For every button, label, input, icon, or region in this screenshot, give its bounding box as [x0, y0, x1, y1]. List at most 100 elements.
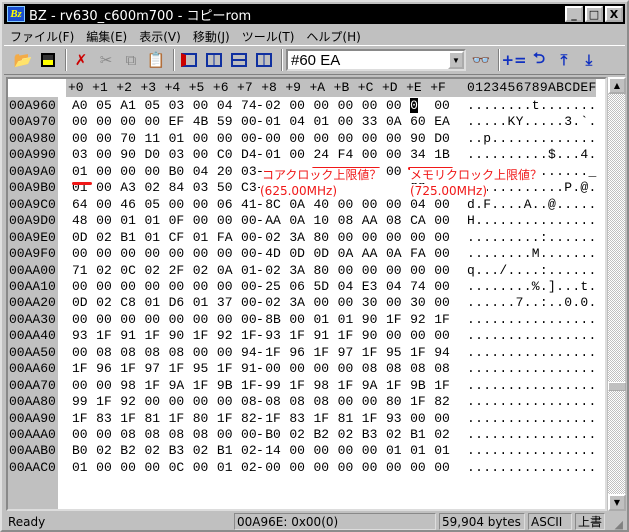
hex-byte[interactable]: 50: [217, 180, 235, 195]
hex-byte[interactable]: 02: [338, 427, 356, 442]
hex-byte[interactable]: 00: [217, 427, 235, 442]
hex-byte[interactable]: F4: [338, 147, 356, 162]
hex-byte[interactable]: 59: [217, 114, 235, 129]
hex-byte[interactable]: 01: [314, 312, 332, 327]
binoculars-icon[interactable]: 👓: [470, 49, 492, 71]
hex-byte[interactable]: 98: [120, 378, 138, 393]
hex-byte[interactable]: 1F: [265, 411, 283, 426]
scroll-thumb[interactable]: [608, 382, 626, 391]
hex-byte[interactable]: 02: [96, 443, 114, 458]
hex-byte[interactable]: 00: [72, 246, 90, 261]
hex-byte[interactable]: 99: [265, 378, 283, 393]
hex-byte[interactable]: 90: [169, 328, 187, 343]
hex-byte[interactable]: B3: [169, 443, 187, 458]
hex-byte[interactable]: 4D: [265, 246, 283, 261]
ascii-text[interactable]: ................: [467, 427, 597, 442]
hex-byte[interactable]: 04: [193, 164, 211, 179]
cut-icon[interactable]: ✂: [95, 49, 117, 71]
hex-byte[interactable]: 48: [72, 213, 90, 228]
hex-byte[interactable]: 02: [144, 263, 162, 278]
hex-byte[interactable]: 91: [314, 328, 332, 343]
hex-byte[interactable]: 80: [193, 411, 211, 426]
hex-byte[interactable]: 02: [144, 180, 162, 195]
hex-byte[interactable]: 00: [72, 378, 90, 393]
hex-byte[interactable]: 00: [120, 246, 138, 261]
hex-byte[interactable]: 0F: [169, 213, 187, 228]
hex-byte[interactable]: AA: [362, 213, 380, 228]
hex-byte[interactable]: 00: [217, 312, 235, 327]
hex-byte[interactable]: 1F: [120, 411, 138, 426]
hex-byte[interactable]: 00: [386, 197, 404, 212]
hex-byte[interactable]: 1F: [217, 361, 235, 376]
hex-byte[interactable]: 00: [96, 147, 114, 162]
hex-byte[interactable]: 00: [289, 98, 307, 113]
hex-byte[interactable]: 06: [217, 197, 235, 212]
hex-byte[interactable]: 93: [265, 328, 283, 343]
hex-byte[interactable]: 01: [72, 460, 90, 475]
hex-byte[interactable]: 02: [193, 263, 211, 278]
hex-byte[interactable]: 04: [289, 114, 307, 129]
open-folder-icon[interactable]: 📂: [12, 49, 34, 71]
hex-byte[interactable]: 03: [193, 180, 211, 195]
hex-byte[interactable]: 00: [193, 279, 211, 294]
hex-byte[interactable]: B0: [72, 443, 90, 458]
hex-byte[interactable]: 00: [96, 131, 114, 146]
hex-byte[interactable]: 00: [217, 279, 235, 294]
hex-byte[interactable]: 00: [144, 460, 162, 475]
hex-byte[interactable]: 1F: [96, 394, 114, 409]
hex-byte[interactable]: 00: [362, 443, 380, 458]
ascii-text[interactable]: q.../....:......: [467, 263, 597, 278]
hex-byte[interactable]: 01: [72, 164, 90, 179]
hex-byte[interactable]: 00: [434, 230, 452, 245]
hex-byte[interactable]: D0: [434, 131, 452, 146]
hex-byte[interactable]: 00: [314, 295, 332, 310]
menu-tools[interactable]: ツール(T): [238, 26, 303, 47]
hex-byte[interactable]: 00: [217, 213, 235, 228]
hex-byte[interactable]: 25: [265, 279, 283, 294]
hex-byte[interactable]: 00: [96, 197, 114, 212]
hex-byte[interactable]: 08: [193, 427, 211, 442]
close-button[interactable]: X: [605, 6, 623, 22]
hex-byte[interactable]: 95: [386, 345, 404, 360]
hex-byte[interactable]: 1F: [72, 411, 90, 426]
ascii-text[interactable]: ......7..:..0.0.: [467, 295, 597, 310]
hex-byte[interactable]: 00: [338, 98, 356, 113]
hex-byte[interactable]: 00: [386, 98, 404, 113]
hex-byte[interactable]: 97: [144, 361, 162, 376]
hex-byte[interactable]: 0D: [289, 246, 307, 261]
hex-byte[interactable]: 14: [265, 443, 283, 458]
goto-bottom-icon[interactable]: ⤓: [578, 49, 600, 71]
ascii-text[interactable]: H...............: [467, 213, 597, 228]
hex-byte[interactable]: 00: [338, 361, 356, 376]
hex-byte[interactable]: AA: [265, 213, 283, 228]
hex-byte[interactable]: 90: [362, 328, 380, 343]
copy-icon[interactable]: ⧉: [120, 49, 142, 71]
ascii-text[interactable]: .....KY.....3.`.: [467, 114, 597, 129]
ascii-text[interactable]: ................: [467, 394, 597, 409]
status-mode[interactable]: 上書: [575, 513, 605, 530]
search-combo[interactable]: #60 EA ▼: [286, 49, 466, 71]
hex-byte[interactable]: 1F: [72, 361, 90, 376]
resize-grip-icon[interactable]: ◢: [615, 518, 623, 531]
hex-byte[interactable]: 00: [338, 230, 356, 245]
hex-byte[interactable]: 08: [338, 213, 356, 228]
hex-byte[interactable]: 00: [338, 263, 356, 278]
hex-byte[interactable]: 96: [289, 345, 307, 360]
hex-byte[interactable]: 08: [289, 394, 307, 409]
hex-byte[interactable]: 04: [338, 279, 356, 294]
hex-byte[interactable]: 1F: [386, 312, 404, 327]
hex-byte[interactable]: 00: [289, 460, 307, 475]
hex-byte[interactable]: 92: [410, 312, 428, 327]
hex-byte[interactable]: 00: [217, 246, 235, 261]
hex-byte[interactable]: 01: [144, 295, 162, 310]
hex-byte[interactable]: C8: [120, 295, 138, 310]
minimize-button[interactable]: _: [565, 6, 583, 22]
hex-byte[interactable]: 00: [362, 98, 380, 113]
hex-byte[interactable]: 00: [265, 460, 283, 475]
hex-byte[interactable]: 00: [338, 197, 356, 212]
hex-byte[interactable]: 00: [169, 394, 187, 409]
hex-byte[interactable]: 00: [72, 114, 90, 129]
hex-byte[interactable]: 0A: [338, 246, 356, 261]
hex-byte[interactable]: 46: [120, 197, 138, 212]
menu-file[interactable]: ファイル(F): [6, 26, 82, 47]
